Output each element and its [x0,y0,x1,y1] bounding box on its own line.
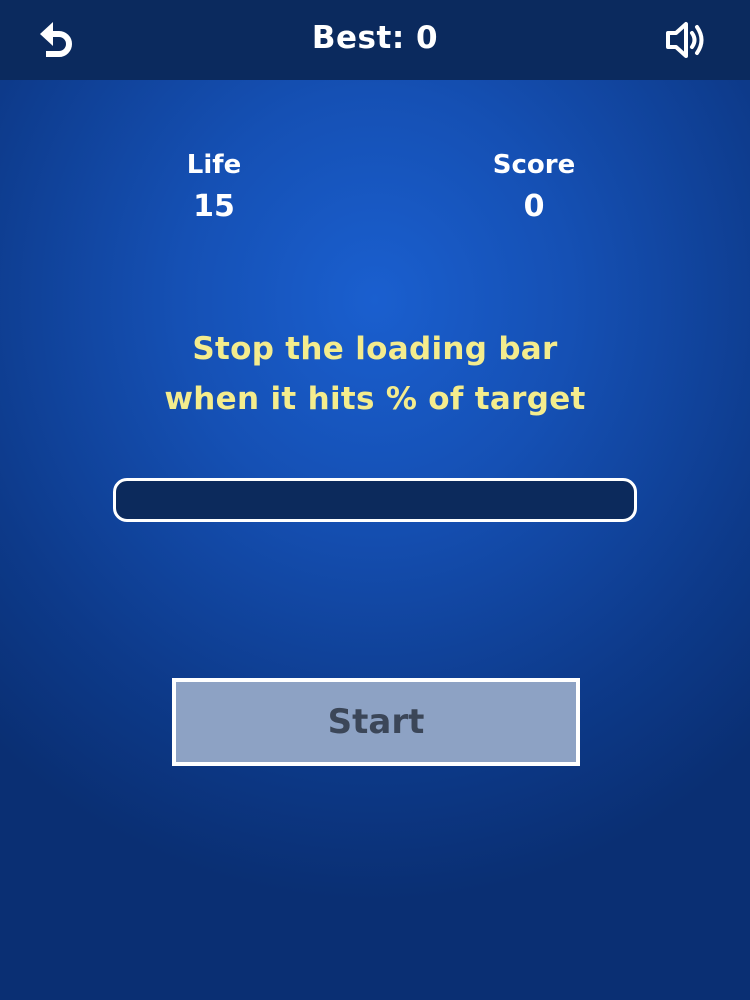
sound-toggle-button[interactable] [664,18,712,62]
life-value: 15 [193,189,235,224]
life-label: Life [186,150,242,180]
speaker-on-icon [666,22,704,58]
best-score: Best: 0 [311,20,439,56]
start-button[interactable]: Start [172,678,580,766]
instructions-line-2: when it hits % of target [164,381,586,417]
life-display: Life 15 [114,148,314,232]
loading-bar [113,478,637,522]
top-bar: Best: 0 [0,0,750,80]
instructions-text: Stop the loading bar when it hits % of t… [0,324,750,424]
instructions-line-1: Stop the loading bar [192,331,558,367]
score-value: 0 [523,189,545,224]
score-label: Score [492,150,576,180]
score-display: Score 0 [434,148,634,232]
